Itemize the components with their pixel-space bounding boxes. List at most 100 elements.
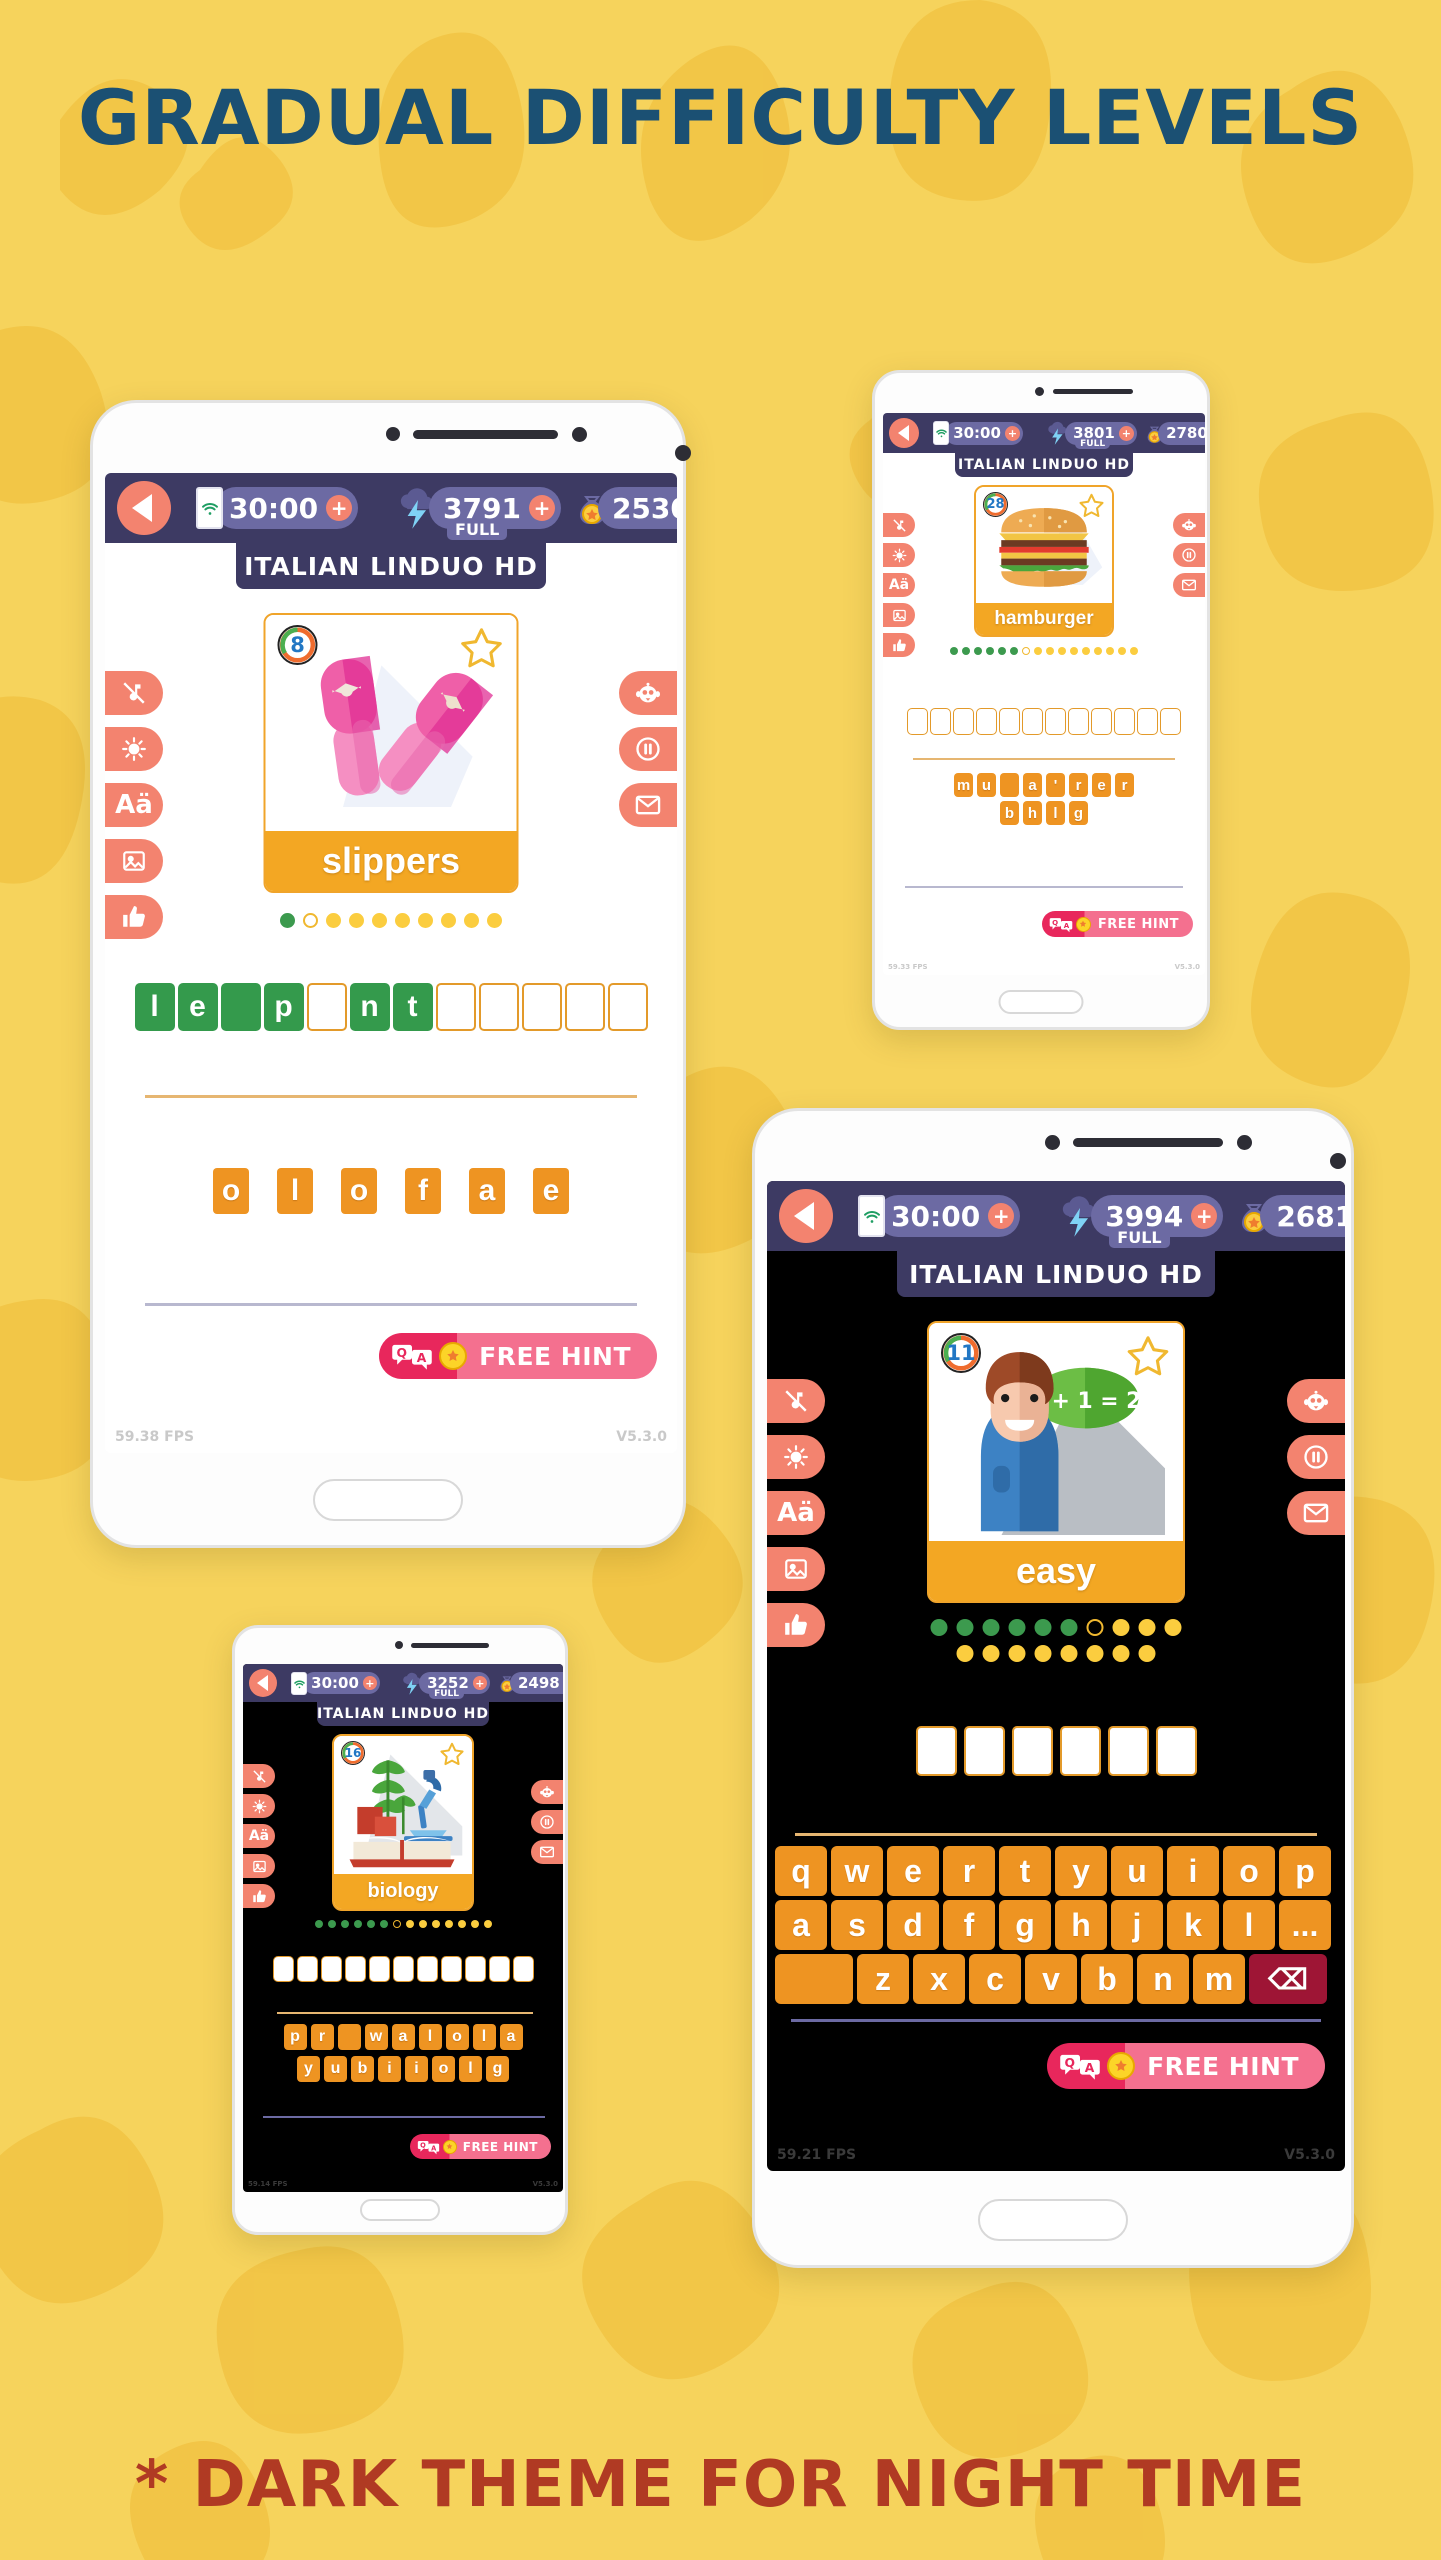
letter-bank[interactable]: m u a ' r e r b h l g bbox=[944, 773, 1144, 825]
home-button[interactable] bbox=[998, 990, 1084, 1014]
letter-tile[interactable]: a bbox=[499, 2024, 523, 2050]
letter-tile[interactable]: o bbox=[445, 2024, 469, 2050]
timer-plus-button[interactable]: + bbox=[362, 1676, 377, 1690]
word-card[interactable]: 8 slippers bbox=[263, 613, 519, 893]
word-card[interactable]: 11 1 + 1 = 2 easy bbox=[927, 1321, 1185, 1603]
answer-slot[interactable]: e bbox=[177, 983, 218, 1031]
timer-pill[interactable]: 30:00 + bbox=[877, 1195, 1021, 1237]
answer-slot[interactable] bbox=[488, 1956, 510, 1982]
letter-tile[interactable]: i bbox=[378, 2056, 401, 2082]
answer-slot[interactable]: p bbox=[263, 983, 304, 1031]
timer-chip[interactable]: 30:00 + bbox=[291, 1671, 380, 1695]
answer-slot[interactable] bbox=[512, 1956, 534, 1982]
answer-slot[interactable] bbox=[1011, 1726, 1053, 1776]
letter-tile[interactable]: o bbox=[213, 1168, 249, 1214]
star-outline-icon[interactable] bbox=[459, 625, 505, 671]
coins-chip[interactable]: 2530 + bbox=[572, 486, 677, 530]
key[interactable]: d bbox=[887, 1900, 939, 1950]
letter-tile[interactable]: i bbox=[405, 2056, 428, 2082]
answer-slot[interactable]: l bbox=[134, 983, 175, 1031]
key[interactable]: n bbox=[1137, 1954, 1189, 2004]
thumbs-up-icon[interactable] bbox=[243, 1884, 275, 1908]
home-button[interactable] bbox=[360, 2199, 440, 2221]
answer-slot[interactable] bbox=[953, 708, 974, 735]
answer-slot[interactable] bbox=[1059, 1726, 1101, 1776]
robot-face-icon[interactable] bbox=[531, 1780, 563, 1804]
free-hint-button[interactable]: Q A FREE HINT bbox=[1047, 2043, 1325, 2089]
key-more[interactable]: ... bbox=[1279, 1900, 1331, 1950]
envelope-icon[interactable] bbox=[619, 783, 677, 827]
coins-pill[interactable]: 2681 bbox=[1260, 1195, 1345, 1237]
key[interactable]: h bbox=[1055, 1900, 1107, 1950]
star-outline-icon[interactable] bbox=[1125, 1333, 1171, 1379]
letter-tile[interactable]: a bbox=[1023, 773, 1042, 797]
letter-tile[interactable]: u bbox=[977, 773, 996, 797]
image-icon[interactable] bbox=[105, 839, 163, 883]
pause-icon[interactable] bbox=[619, 727, 677, 771]
brightness-off-icon[interactable] bbox=[883, 543, 915, 567]
star-outline-icon[interactable] bbox=[439, 1741, 465, 1767]
answer-slot[interactable] bbox=[220, 983, 261, 1031]
letter-tile[interactable]: r bbox=[1069, 773, 1088, 797]
key[interactable]: j bbox=[1111, 1900, 1163, 1950]
answer-slot[interactable] bbox=[392, 1956, 414, 1982]
letter-bank[interactable]: o l o f a e bbox=[105, 1168, 677, 1214]
key[interactable]: l bbox=[1223, 1900, 1275, 1950]
timer-plus-button[interactable]: + bbox=[326, 495, 353, 521]
robot-face-icon[interactable] bbox=[1173, 513, 1205, 537]
key[interactable]: y bbox=[1055, 1846, 1107, 1896]
music-off-icon[interactable] bbox=[105, 671, 163, 715]
pause-icon[interactable] bbox=[531, 1810, 563, 1834]
key[interactable]: t bbox=[999, 1846, 1051, 1896]
key[interactable]: o bbox=[1223, 1846, 1275, 1896]
timer-chip[interactable]: 30:00 + bbox=[858, 1195, 1021, 1237]
letter-tile[interactable] bbox=[1000, 773, 1019, 797]
free-hint-button[interactable]: Q A FREE HINT bbox=[1041, 911, 1193, 937]
back-button[interactable] bbox=[249, 1669, 277, 1697]
back-button[interactable] bbox=[117, 481, 171, 535]
answer-slot[interactable]: n bbox=[349, 983, 390, 1031]
key[interactable]: e bbox=[887, 1846, 939, 1896]
energy-chip[interactable]: 3801 + FULL bbox=[1045, 420, 1137, 449]
key[interactable]: p bbox=[1279, 1846, 1331, 1896]
letter-tile[interactable]: b bbox=[1000, 801, 1019, 825]
answer-slot[interactable] bbox=[344, 1956, 366, 1982]
letter-tile[interactable]: r bbox=[1115, 773, 1134, 797]
letter-tile[interactable] bbox=[337, 2024, 361, 2050]
letter-tile[interactable]: u bbox=[324, 2056, 347, 2082]
backspace-key[interactable]: ⌫ bbox=[1249, 1954, 1327, 2004]
robot-face-icon[interactable] bbox=[1287, 1379, 1345, 1423]
answer-slot[interactable] bbox=[464, 1956, 486, 1982]
key[interactable]: z bbox=[857, 1954, 909, 2004]
answer-slot[interactable] bbox=[272, 1956, 294, 1982]
answer-slot[interactable]: t bbox=[392, 983, 433, 1031]
timer-pill[interactable]: 30:00 + bbox=[214, 487, 359, 529]
energy-plus-button[interactable]: + bbox=[528, 495, 555, 521]
answer-slot[interactable] bbox=[306, 983, 347, 1031]
free-hint-button[interactable]: Q A FREE HINT bbox=[379, 1333, 657, 1379]
coins-chip[interactable]: 2498 + bbox=[496, 1671, 563, 1695]
energy-plus-button[interactable]: + bbox=[1191, 1203, 1218, 1229]
answer-slot[interactable] bbox=[1091, 708, 1112, 735]
star-outline-icon[interactable] bbox=[1078, 492, 1105, 519]
envelope-icon[interactable] bbox=[1287, 1491, 1345, 1535]
pause-icon[interactable] bbox=[1287, 1435, 1345, 1479]
thumbs-up-icon[interactable] bbox=[105, 895, 163, 939]
letter-bank[interactable]: p r w a l o l a y u b i i o l g bbox=[265, 2024, 541, 2082]
answer-slot[interactable] bbox=[368, 1956, 390, 1982]
brightness-off-icon[interactable] bbox=[767, 1435, 825, 1479]
coins-chip[interactable]: 2780 + bbox=[1143, 421, 1205, 446]
letter-tile[interactable]: l bbox=[472, 2024, 496, 2050]
envelope-icon[interactable] bbox=[531, 1840, 563, 1864]
thumbs-up-icon[interactable] bbox=[883, 633, 915, 657]
key[interactable]: k bbox=[1167, 1900, 1219, 1950]
key[interactable]: q bbox=[775, 1846, 827, 1896]
letter-tile[interactable]: g bbox=[486, 2056, 509, 2082]
letter-tile[interactable]: m bbox=[954, 773, 973, 797]
key[interactable]: i bbox=[1167, 1846, 1219, 1896]
letter-tile[interactable]: o bbox=[341, 1168, 377, 1214]
timer-pill[interactable]: 30:00 + bbox=[303, 1672, 380, 1694]
coins-pill[interactable]: 2530 + bbox=[597, 487, 677, 529]
answer-slots[interactable] bbox=[243, 1956, 563, 1982]
energy-chip[interactable]: 3994 + FULL bbox=[1057, 1193, 1224, 1248]
